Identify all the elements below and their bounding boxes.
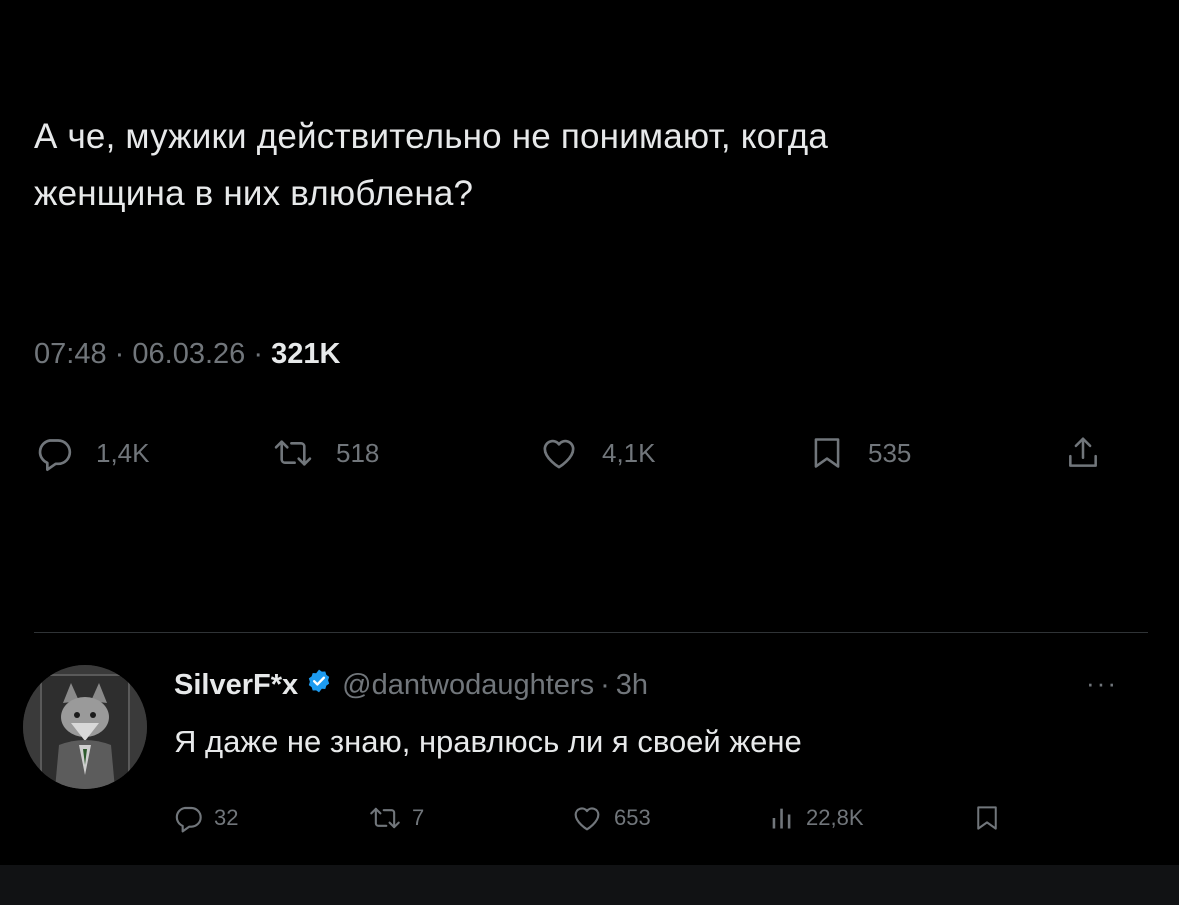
bookmark-count: 535 xyxy=(868,437,912,468)
comment-icon xyxy=(34,433,74,473)
tweet-action-bar: 1,4K 518 4,1K 535 xyxy=(34,428,1134,478)
reply-views-button[interactable]: 22,8K xyxy=(768,798,864,838)
reply-text: Я даже не знаю, нравлюсь ли я своей жене xyxy=(174,724,802,759)
share-button[interactable] xyxy=(1064,428,1102,478)
like-count: 4,1K xyxy=(602,437,656,468)
tweet-text-line-1: А че, мужики действительно не понимают, … xyxy=(34,117,829,156)
reply-like-button[interactable]: 653 xyxy=(570,798,651,838)
comment-icon xyxy=(172,802,204,834)
heart-icon xyxy=(538,433,580,473)
tweet-text-line-2: женщина в них влюблена? xyxy=(34,174,474,213)
reply-reply-count: 32 xyxy=(214,805,239,830)
bookmark-icon xyxy=(972,802,1002,834)
retweet-icon xyxy=(368,802,402,834)
next-tweet-edge xyxy=(0,865,1179,905)
header-separator: · xyxy=(600,668,610,701)
tweet-views-count: 321K xyxy=(271,338,341,370)
tweet-meta: 07:48 · 06.03.26 · 321K xyxy=(34,338,340,371)
reply-handle[interactable]: @dantwodaughters xyxy=(342,669,594,702)
reply-retweet-count: 7 xyxy=(412,805,425,830)
divider xyxy=(34,632,1148,633)
retweet-button[interactable]: 518 xyxy=(272,428,379,478)
reply-count: 1,4K xyxy=(96,437,150,468)
tweet-time[interactable]: 07:48 xyxy=(34,338,107,370)
reply-action-bar: 32 7 653 22,8K xyxy=(172,798,1072,838)
reply-header: SilverF*x @dantwodaughters · 3h xyxy=(174,668,648,702)
tweet-text: А че, мужики действительно не понимают, … xyxy=(34,108,1114,222)
verified-badge-icon xyxy=(306,668,332,702)
reply-retweet-button[interactable]: 7 xyxy=(368,798,424,838)
heart-icon xyxy=(570,802,604,834)
reply-button[interactable]: 1,4K xyxy=(34,428,150,478)
share-icon xyxy=(1064,433,1102,473)
reply-reply-button[interactable]: 32 xyxy=(172,798,238,838)
bookmark-button[interactable]: 535 xyxy=(808,428,911,478)
more-options-icon[interactable]: ··· xyxy=(1086,668,1118,699)
avatar[interactable] xyxy=(23,665,147,789)
reply-like-count: 653 xyxy=(614,805,651,830)
meta-separator: · xyxy=(253,338,263,370)
reply-author-name[interactable]: SilverF*x xyxy=(174,669,298,702)
reply-bookmark-button[interactable] xyxy=(972,798,1002,838)
like-button[interactable]: 4,1K xyxy=(538,428,656,478)
fox-avatar-icon xyxy=(23,665,147,789)
retweet-count: 518 xyxy=(336,437,380,468)
tweet-date[interactable]: 06.03.26 xyxy=(132,338,245,370)
bookmark-icon xyxy=(808,433,846,473)
reply-views-count: 22,8K xyxy=(806,805,864,830)
meta-separator: · xyxy=(114,338,125,370)
analytics-icon xyxy=(768,802,796,834)
reply-time[interactable]: 3h xyxy=(616,669,648,702)
retweet-icon xyxy=(272,433,314,473)
